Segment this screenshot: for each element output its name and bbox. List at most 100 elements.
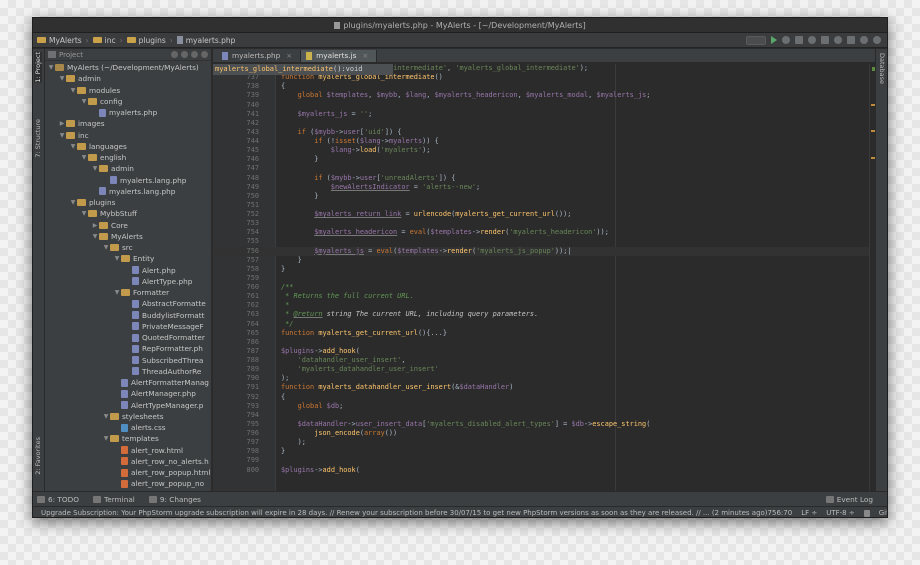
chevron-down-icon[interactable]: ▼	[102, 433, 110, 444]
code-line[interactable]: 748 if ($mybb->user['unreadAlerts']) {	[213, 174, 877, 183]
code-text[interactable]: {	[281, 393, 285, 402]
chevron-down-icon[interactable]: ▼	[102, 242, 110, 253]
code-line[interactable]: 789 'myalerts_datahandler_user_insert'	[213, 365, 877, 374]
chevron-down-icon[interactable]: ▼	[69, 85, 77, 96]
code-line[interactable]: 787 $plugins->add_hook(	[213, 347, 877, 356]
code-text[interactable]: json_encode(array())	[281, 429, 397, 438]
tree-item[interactable]: ThreadAuthorRe	[45, 366, 211, 377]
tool-tab-terminal[interactable]: Terminal	[92, 495, 135, 504]
code-text[interactable]: *	[281, 301, 289, 310]
vcs-update-icon[interactable]	[808, 36, 816, 44]
code-text[interactable]: /**	[281, 283, 293, 292]
chevron-down-icon[interactable]: ▼	[69, 197, 77, 208]
code-line[interactable]: 753	[213, 219, 877, 228]
code-text[interactable]: 'datahandler_user_insert',	[281, 356, 406, 365]
tree-item[interactable]: alert_row_no_alerts.h	[45, 456, 211, 467]
tool-tab-structure[interactable]: 7: Structure	[34, 119, 42, 158]
breadcrumb-plugins[interactable]: plugins ›	[126, 36, 173, 45]
tree-item[interactable]: AbstractFormatte	[45, 298, 211, 309]
code-line[interactable]: 742	[213, 119, 877, 128]
breadcrumb-file[interactable]: myalerts.php	[176, 36, 235, 45]
code-text[interactable]: }	[281, 265, 285, 274]
editor-tab[interactable]: myalerts.php ×	[217, 50, 302, 62]
code-text[interactable]: $newAlertsIndicator = 'alerts--new';	[281, 183, 480, 192]
tree-item[interactable]: ▶ images	[45, 118, 211, 129]
gear-icon[interactable]	[191, 51, 198, 58]
code-line[interactable]: 758}	[213, 265, 877, 274]
code-editor[interactable]: myalerts_global_intermediate():void 736$…	[213, 64, 877, 491]
tool-tab-todo[interactable]: 6: TODO	[37, 495, 79, 504]
tree-item[interactable]: alert_row.html	[45, 445, 211, 456]
code-line[interactable]: 763 * @return string The current URL, in…	[213, 310, 877, 319]
tree-item[interactable]: RepFormatter.ph	[45, 343, 211, 354]
code-line[interactable]: 757 }	[213, 256, 877, 265]
tool-tab-favorites[interactable]: 2: Favorites	[34, 437, 42, 475]
line-separator[interactable]: LF ÷	[801, 509, 817, 517]
code-line[interactable]: 739 global $templates, $mybb, $lang, $my…	[213, 91, 877, 100]
code-line[interactable]: 795 $dataHandler->user_insert_data['myal…	[213, 420, 877, 429]
lock-icon[interactable]	[863, 509, 870, 517]
caret-position[interactable]: 756:70	[768, 509, 793, 517]
code-line[interactable]: 794	[213, 411, 877, 420]
code-line[interactable]: 749 $newAlertsIndicator = 'alerts--new';	[213, 183, 877, 192]
code-line[interactable]: 761 * Returns the full current URL.	[213, 292, 877, 301]
search-icon[interactable]	[873, 36, 881, 44]
chevron-right-icon[interactable]: ▶	[58, 118, 66, 129]
tree-item[interactable]: ▼ plugins	[45, 197, 211, 208]
close-icon[interactable]: ×	[362, 50, 368, 62]
code-text[interactable]: */	[281, 320, 293, 329]
tree-item[interactable]: AlertType.php	[45, 276, 211, 287]
code-text[interactable]: {	[281, 82, 285, 91]
code-line[interactable]: 762 *	[213, 301, 877, 310]
code-text[interactable]: $lang->load('myalerts');	[281, 146, 431, 155]
breadcrumb-myalerts[interactable]: MyAlerts ›	[37, 36, 89, 45]
breadcrumb-inc[interactable]: inc ›	[92, 36, 123, 45]
code-text[interactable]: $myalerts_headericon = eval($templates->…	[281, 228, 609, 237]
code-text[interactable]: );	[281, 374, 289, 383]
tree-item[interactable]: ▼ modules	[45, 85, 211, 96]
tree-item[interactable]: myalerts.php	[45, 107, 211, 118]
code-line[interactable]: 798}	[213, 447, 877, 456]
status-message[interactable]: Upgrade Subscription: Your PhpStorm upgr…	[41, 509, 768, 517]
tree-item[interactable]: ▼ src	[45, 242, 211, 253]
tool-tab-database[interactable]: Database	[878, 53, 886, 84]
code-line[interactable]: 755	[213, 237, 877, 246]
tree-item[interactable]: alerts.css	[45, 422, 211, 433]
tool-tab-event-log[interactable]: Event Log	[825, 495, 887, 504]
sync-icon[interactable]	[171, 51, 178, 58]
tree-item[interactable]: ▼ inc	[45, 130, 211, 141]
tree-item[interactable]: ▼ MyAlerts (~/Development/MyAlerts)	[45, 62, 211, 73]
code-line[interactable]: 752 $myalerts_return_link = urlencode(my…	[213, 210, 877, 219]
code-lines[interactable]: 736$plugins->add_hook('global_intermedia…	[213, 64, 877, 475]
code-text[interactable]: global $templates, $mybb, $lang, $myaler…	[281, 91, 651, 100]
vcs-commit-icon[interactable]	[821, 36, 829, 44]
tree-item[interactable]: alert_row_popup_no	[45, 478, 211, 489]
code-text[interactable]: if ($mybb->user['unreadAlerts']) {	[281, 174, 455, 183]
tree-item[interactable]: AlertManager.php	[45, 388, 211, 399]
code-text[interactable]: }	[281, 447, 285, 456]
tree-item[interactable]: ▼ admin	[45, 73, 211, 84]
code-line[interactable]: 765 function myalerts_get_current_url(){.…	[213, 329, 877, 338]
tree-item[interactable]: AlertFormatterManag	[45, 377, 211, 388]
code-line[interactable]: 754 $myalerts_headericon = eval($templat…	[213, 228, 877, 237]
code-line[interactable]: 743 if ($mybb->user['uid']) {	[213, 128, 877, 137]
tree-item[interactable]: myalerts.lang.php	[45, 175, 211, 186]
chevron-down-icon[interactable]: ▼	[91, 163, 99, 174]
tree-item[interactable]: ▼ admin	[45, 163, 211, 174]
chevron-down-icon[interactable]: ▼	[69, 141, 77, 152]
code-line[interactable]: 741 $myalerts_js = '';	[213, 110, 877, 119]
code-line[interactable]: 799	[213, 456, 877, 465]
tree-item[interactable]: AlertTypeManager.p	[45, 400, 211, 411]
code-line[interactable]: 796 json_encode(array())	[213, 429, 877, 438]
coverage-icon[interactable]	[795, 36, 803, 44]
hide-icon[interactable]	[201, 51, 208, 58]
settings-icon[interactable]	[834, 36, 842, 44]
code-line[interactable]: 759	[213, 274, 877, 283]
code-line[interactable]: 791 function myalerts_datahandler_user_in…	[213, 383, 877, 392]
project-panel-title[interactable]: Project	[59, 51, 83, 59]
code-line[interactable]: 756 $myalerts_js = eval($templates->rend…	[213, 246, 877, 256]
tree-item[interactable]: ▼ MybbStuff	[45, 208, 211, 219]
tree-item[interactable]: PrivateMessageF	[45, 321, 211, 332]
code-text[interactable]: * Returns the full current URL.	[281, 292, 414, 301]
code-text[interactable]: 'myalerts_datahandler_user_insert'	[281, 365, 439, 374]
